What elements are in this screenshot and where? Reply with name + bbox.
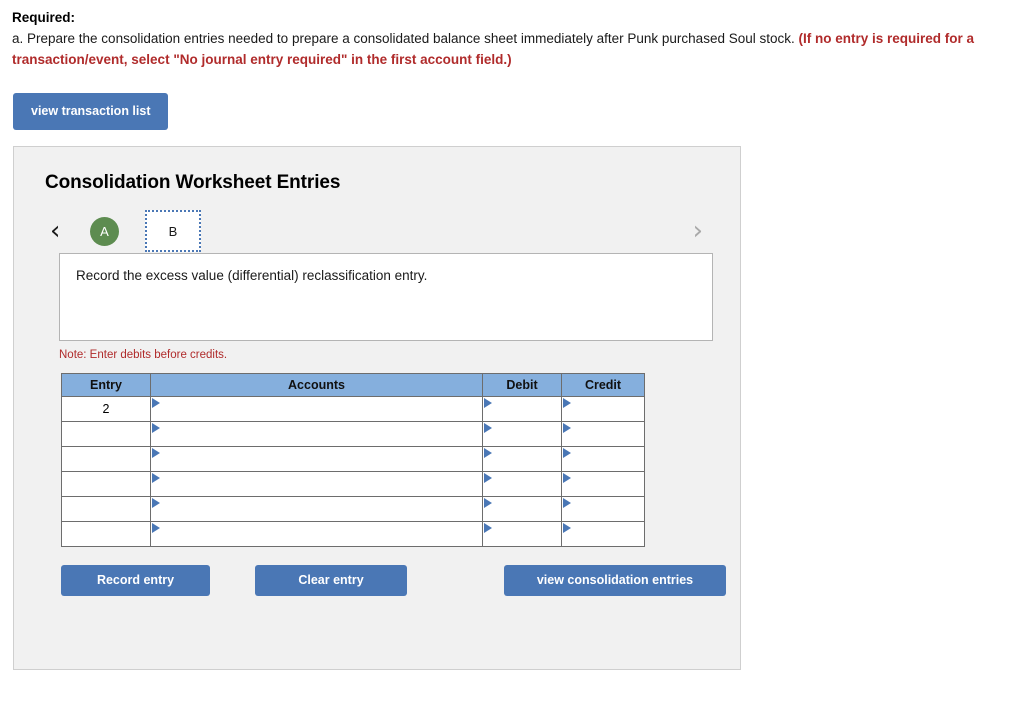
column-header-accounts: Accounts xyxy=(150,373,483,398)
cell-debit-input[interactable] xyxy=(482,496,562,523)
cell-accounts-select[interactable] xyxy=(150,471,483,498)
dropdown-marker-icon xyxy=(563,498,571,509)
journal-entry-table-wrapper: Entry Accounts Debit Credit 2 xyxy=(61,373,740,548)
entry-tab-navigation: ‹ A B › xyxy=(45,209,715,253)
dropdown-marker-icon xyxy=(152,398,160,409)
table-header-row: Entry Accounts Debit Credit xyxy=(61,373,645,398)
cell-debit-input[interactable] xyxy=(482,421,562,448)
cell-accounts-select[interactable] xyxy=(150,521,483,548)
chevron-left-icon[interactable]: ‹ xyxy=(45,218,79,244)
clear-entry-button[interactable]: Clear entry xyxy=(255,565,407,597)
cell-entry-number xyxy=(61,471,151,498)
table-row xyxy=(61,496,645,523)
cell-accounts-select[interactable] xyxy=(150,496,483,523)
dropdown-marker-icon xyxy=(152,423,160,434)
required-label: Required: xyxy=(12,10,76,25)
dropdown-marker-icon xyxy=(484,448,492,459)
view-consolidation-entries-button[interactable]: view consolidation entries xyxy=(504,565,726,597)
cell-debit-input[interactable] xyxy=(482,396,562,423)
question-text: a. Prepare the consolidation entries nee… xyxy=(12,29,996,71)
entry-instruction-text: Record the excess value (differential) r… xyxy=(76,268,428,284)
cell-credit-input[interactable] xyxy=(561,446,645,473)
dropdown-marker-icon xyxy=(563,398,571,409)
tab-entry-b[interactable]: B xyxy=(145,210,201,253)
panel-title: Consolidation Worksheet Entries xyxy=(45,172,341,194)
dropdown-marker-icon xyxy=(484,398,492,409)
dropdown-marker-icon xyxy=(484,498,492,509)
column-header-entry: Entry xyxy=(61,373,151,398)
column-header-credit: Credit xyxy=(561,373,645,398)
question-prompt: Required: a. Prepare the consolidation e… xyxy=(0,0,1024,71)
panel-action-buttons: Record entry Clear entry view consolidat… xyxy=(61,565,731,597)
debits-before-credits-note: Note: Enter debits before credits. xyxy=(59,349,228,362)
cell-credit-input[interactable] xyxy=(561,521,645,548)
dropdown-marker-icon xyxy=(152,473,160,484)
cell-credit-input[interactable] xyxy=(561,496,645,523)
dropdown-marker-icon xyxy=(152,498,160,509)
dropdown-marker-icon xyxy=(563,448,571,459)
cell-debit-input[interactable] xyxy=(482,446,562,473)
cell-credit-input[interactable] xyxy=(561,471,645,498)
tab-entry-a[interactable]: A xyxy=(90,216,119,246)
table-row xyxy=(61,421,645,448)
record-entry-button[interactable]: Record entry xyxy=(61,565,210,597)
dropdown-marker-icon xyxy=(152,448,160,459)
cell-entry-number xyxy=(61,496,151,523)
cell-accounts-select[interactable] xyxy=(150,446,483,473)
journal-entry-table: Entry Accounts Debit Credit 2 xyxy=(61,373,645,548)
dropdown-marker-icon xyxy=(563,473,571,484)
cell-entry-number: 2 xyxy=(61,396,151,423)
cell-entry-number xyxy=(61,521,151,548)
cell-debit-input[interactable] xyxy=(482,471,562,498)
dropdown-marker-icon xyxy=(484,423,492,434)
cell-accounts-select[interactable] xyxy=(150,396,483,423)
dropdown-marker-icon xyxy=(563,523,571,534)
question-text-main: a. Prepare the consolidation entries nee… xyxy=(12,30,799,46)
dropdown-marker-icon xyxy=(484,473,492,484)
view-transaction-list-button[interactable]: view transaction list xyxy=(13,92,169,131)
chevron-right-icon[interactable]: › xyxy=(693,218,715,244)
table-row xyxy=(61,521,645,548)
dropdown-marker-icon xyxy=(563,423,571,434)
table-row: 2 xyxy=(61,396,645,423)
table-row xyxy=(61,471,645,498)
cell-debit-input[interactable] xyxy=(482,521,562,548)
cell-credit-input[interactable] xyxy=(561,421,645,448)
column-header-debit: Debit xyxy=(482,373,562,398)
cell-entry-number xyxy=(61,421,151,448)
entry-instruction-box: Record the excess value (differential) r… xyxy=(59,253,713,342)
cell-accounts-select[interactable] xyxy=(150,421,483,448)
table-row xyxy=(61,446,645,473)
cell-credit-input[interactable] xyxy=(561,396,645,423)
consolidation-worksheet-panel: Consolidation Worksheet Entries ‹ A B › … xyxy=(13,146,741,671)
dropdown-marker-icon xyxy=(484,523,492,534)
cell-entry-number xyxy=(61,446,151,473)
dropdown-marker-icon xyxy=(152,523,160,534)
